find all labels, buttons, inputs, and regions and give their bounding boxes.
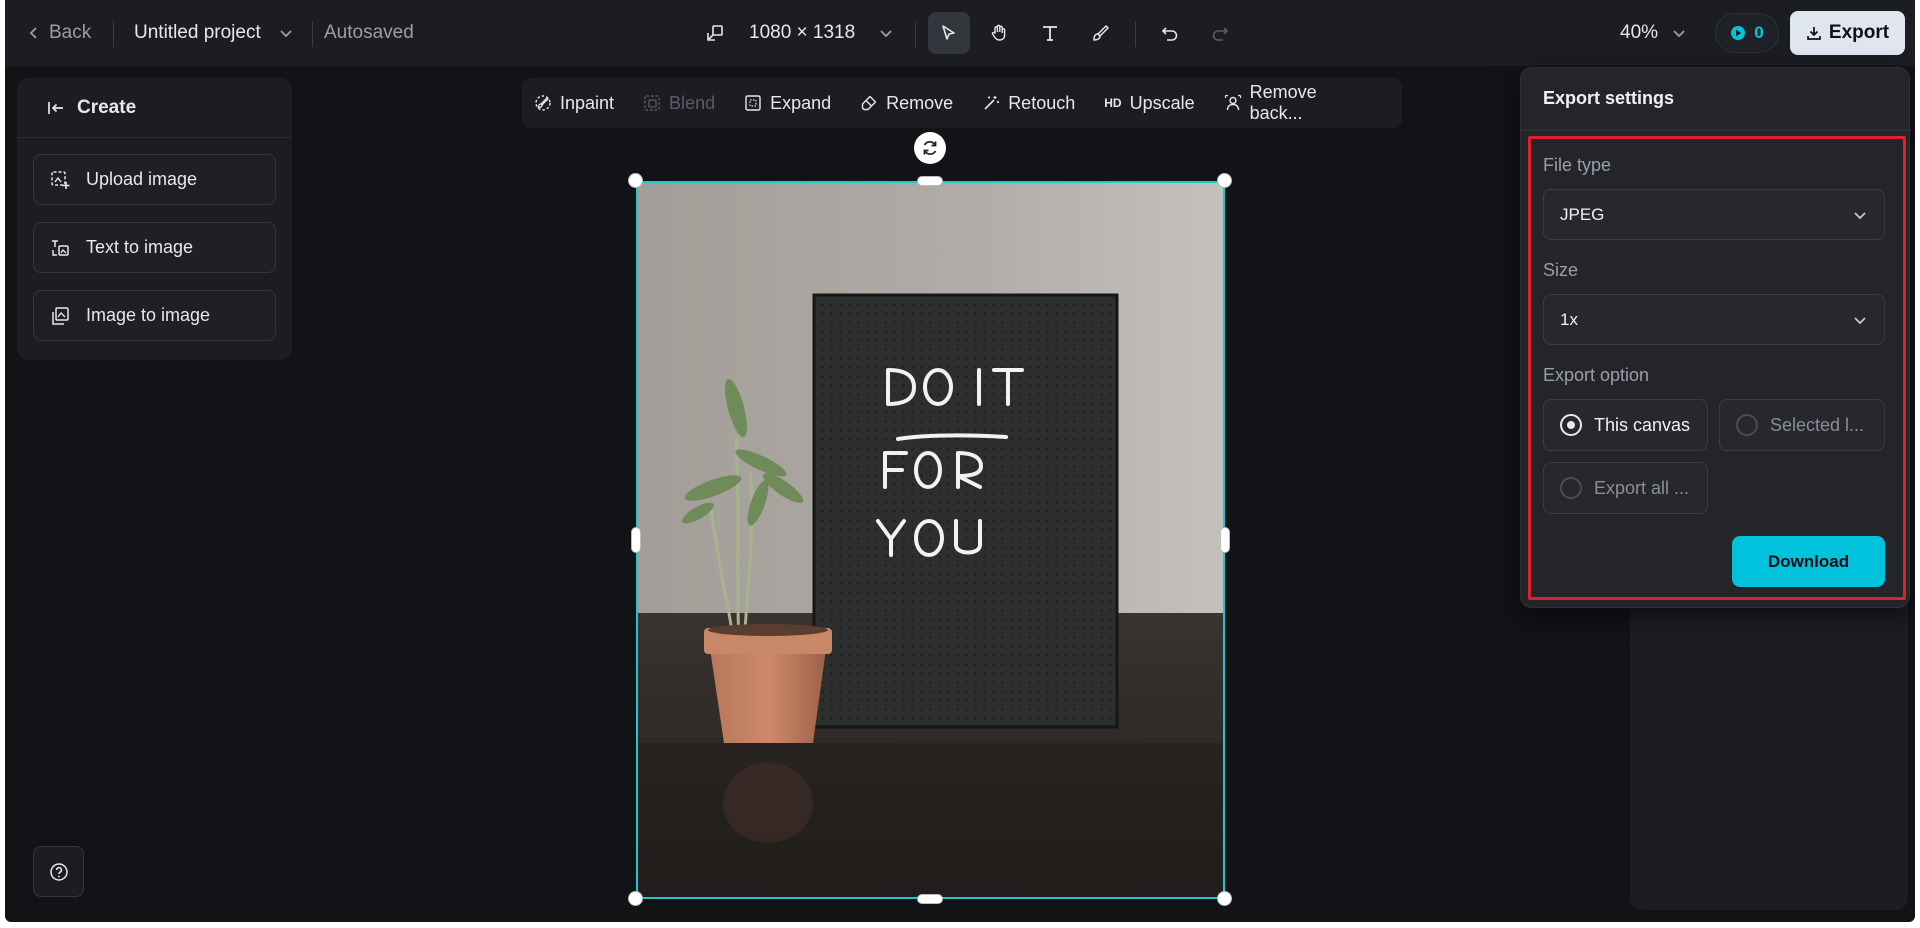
top-bar: Back Untitled project Autosaved 1080 × 1…: [5, 0, 1915, 66]
export-button[interactable]: Export: [1790, 11, 1905, 55]
canvas-size: 1080 × 1318: [749, 22, 856, 43]
upload-image-label: Upload image: [86, 169, 198, 189]
divider: [312, 21, 313, 47]
rotate-icon: [920, 138, 940, 158]
upscale-button[interactable]: HD Upscale: [1104, 93, 1194, 114]
edit-toolbar: Inpaint Blend Expand Remove Retouch HD U…: [522, 78, 1402, 128]
redo-icon: [1210, 23, 1230, 43]
remove-background-icon: [1224, 94, 1242, 112]
text-icon: [1040, 23, 1060, 43]
resize-handle-bottom-right[interactable]: [1217, 891, 1232, 906]
blend-label: Blend: [669, 92, 716, 113]
divider: [113, 21, 114, 47]
expand-label: Expand: [770, 92, 832, 113]
credits-count: 0: [1754, 23, 1764, 42]
text-to-image-button[interactable]: Text to image: [33, 222, 276, 273]
resize-handle-top[interactable]: [917, 176, 943, 186]
expand-icon: [744, 94, 762, 112]
remove-label: Remove: [886, 92, 954, 113]
remove-background-label: Remove back...: [1249, 82, 1317, 123]
retouch-icon: [982, 94, 1000, 112]
upload-image-icon: [50, 170, 70, 190]
retouch-button[interactable]: Retouch: [982, 93, 1075, 114]
text-to-image-label: Text to image: [86, 237, 194, 257]
save-status: Autosaved: [324, 22, 414, 43]
divider: [915, 21, 916, 47]
inpaint-icon: [534, 94, 552, 112]
divider: [1521, 130, 1911, 131]
create-title: Create: [77, 96, 137, 118]
remove-button[interactable]: Remove: [860, 93, 953, 114]
cursor-icon: [939, 23, 959, 43]
blend-icon: [643, 94, 661, 112]
rotate-handle[interactable]: [914, 132, 946, 164]
expand-button[interactable]: Expand: [744, 93, 831, 114]
hd-icon: HD: [1104, 96, 1122, 110]
upscale-label: Upscale: [1129, 92, 1195, 113]
project-title: Untitled project: [134, 22, 261, 43]
create-panel: Create Upload image Text to image Image …: [17, 78, 292, 360]
resize-handle-left[interactable]: [631, 527, 641, 553]
resize-handle-right[interactable]: [1220, 527, 1230, 553]
help-icon: [49, 862, 69, 882]
chevron-left-icon: [27, 26, 41, 40]
resize-handle-top-right[interactable]: [1217, 173, 1232, 188]
back-button[interactable]: Back: [27, 0, 91, 66]
brush-tool-button[interactable]: [1079, 12, 1121, 54]
chevron-down-icon: [1672, 26, 1686, 40]
highlight-box: [1528, 136, 1906, 600]
redo-button[interactable]: [1199, 12, 1241, 54]
resize-handle-bottom[interactable]: [917, 894, 943, 904]
collapse-icon: [47, 100, 65, 116]
resize-handle-top-left[interactable]: [628, 173, 643, 188]
export-label: Export: [1828, 22, 1890, 43]
select-tool-button[interactable]: [928, 12, 970, 54]
text-to-image-icon: [50, 238, 70, 258]
image-to-image-button[interactable]: Image to image: [33, 290, 276, 341]
upload-image-button[interactable]: Upload image: [33, 154, 276, 205]
export-settings-title: Export settings: [1543, 88, 1675, 108]
text-tool-button[interactable]: [1029, 12, 1071, 54]
canvas-size-dropdown[interactable]: 1080 × 1318: [705, 0, 893, 66]
retouch-label: Retouch: [1008, 92, 1076, 113]
eraser-icon: [860, 94, 878, 112]
back-label: Back: [49, 22, 92, 43]
image-to-image-label: Image to image: [86, 305, 211, 325]
inpaint-label: Inpaint: [560, 92, 615, 113]
image-to-image-icon: [50, 306, 70, 326]
divider: [1135, 21, 1136, 47]
help-button[interactable]: [33, 846, 84, 897]
download-icon: [1806, 25, 1822, 41]
app-window: Back Untitled project Autosaved 1080 × 1…: [5, 0, 1915, 922]
hand-tool-button[interactable]: [978, 12, 1020, 54]
create-header[interactable]: Create: [17, 78, 292, 138]
undo-button[interactable]: [1149, 12, 1191, 54]
inpaint-button[interactable]: Inpaint: [534, 93, 614, 114]
project-title-dropdown[interactable]: Untitled project: [134, 0, 293, 66]
brush-icon: [1090, 23, 1110, 43]
zoom-level: 40%: [1620, 22, 1659, 43]
remove-background-button[interactable]: Remove back...: [1224, 82, 1373, 124]
chevron-down-icon: [879, 26, 893, 40]
hand-icon: [989, 23, 1009, 43]
undo-icon: [1160, 23, 1180, 43]
resize-handle-bottom-left[interactable]: [628, 891, 643, 906]
resize-icon: [705, 23, 725, 43]
canvas-image[interactable]: [636, 181, 1225, 899]
blend-button[interactable]: Blend: [643, 93, 715, 114]
zoom-dropdown[interactable]: 40%: [1620, 0, 1686, 66]
chevron-down-icon: [279, 26, 293, 40]
credit-coin-icon: [1730, 25, 1746, 41]
photo-letterboard-plant: [638, 183, 1223, 897]
credits-badge[interactable]: 0: [1715, 13, 1779, 53]
